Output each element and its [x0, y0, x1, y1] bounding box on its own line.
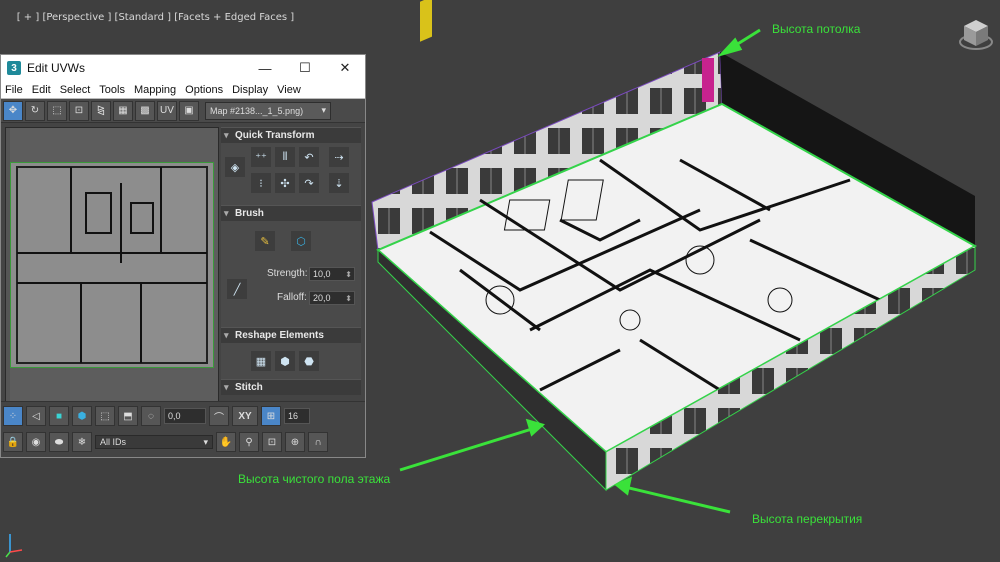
space-horizontal-icon[interactable]: ⇢ [329, 147, 349, 167]
falloff-spinner[interactable]: 20,0 [309, 291, 355, 305]
uv-toggle[interactable]: UV [157, 100, 177, 121]
zoom-extents-icon[interactable]: ⊕ [285, 432, 305, 452]
viewport-shading-standard[interactable]: [Standard ] [115, 12, 171, 23]
brush-falloff-icon[interactable]: ╱ [227, 279, 247, 299]
menu-edit[interactable]: Edit [32, 84, 51, 96]
rollout-quick-transform[interactable]: Quick Transform [221, 127, 361, 143]
checker-icon[interactable]: ▦ [113, 100, 133, 121]
menu-view[interactable]: View [277, 84, 301, 96]
rollout-stitch[interactable]: Stitch [221, 379, 361, 395]
app-icon: 3 [7, 61, 21, 75]
reshape-body: ▦ ⬢ ⬣ [221, 343, 361, 379]
menu-mapping[interactable]: Mapping [134, 84, 176, 96]
chevron-down-icon: ▾ [203, 436, 208, 447]
annotation-floor: Высота чистого пола этажа [238, 472, 391, 486]
uv-plan-svg [16, 166, 208, 364]
viewport-perspective[interactable]: [Perspective ] [42, 12, 111, 23]
element-mode-icon[interactable]: ⬢ [72, 406, 92, 426]
ids-select-value: All IDs [100, 437, 127, 447]
move-tool-icon[interactable]: ✥ [3, 100, 23, 121]
vertex-mode-icon[interactable]: ⁘ [3, 406, 23, 426]
scale-tool-icon[interactable]: ⬚ [47, 100, 67, 121]
zoom-icon[interactable]: ⚲ [239, 432, 259, 452]
uv-editor-canvas[interactable] [5, 127, 219, 403]
edit-uvws-window[interactable]: 3 Edit UVWs — ☐ ✕ File Edit Select Tools… [0, 54, 366, 458]
zoom-region-icon[interactable]: ⊡ [262, 432, 282, 452]
grid-snap-icon[interactable]: ⊞ [261, 406, 281, 426]
uv-scrollbar[interactable] [6, 128, 10, 402]
unfold-icon[interactable]: ⬣ [299, 351, 319, 371]
align-left-icon[interactable]: ⁝ [251, 173, 271, 193]
viewport-display-mode[interactable]: [Facets + Edged Faces ] [174, 12, 294, 23]
menu-display[interactable]: Display [232, 84, 268, 96]
space-vertical-icon[interactable]: ⇣ [329, 173, 349, 193]
falloff-label: Falloff: [277, 292, 307, 303]
main-toolbar: ✥ ↻ ⬚ ⊡ ⧎ ▦ ▩ UV ▣ Map #2138..._1_5.png)… [1, 99, 365, 123]
soft-selection-icon[interactable]: ◌ [141, 406, 161, 426]
tool-rollouts: Quick Transform ◈ ⁺⁺ ⦀ ↶ ⇢ ⁝ ✣ ↷ ⇣ Brush… [221, 127, 361, 403]
maximize-button[interactable]: ☐ [285, 55, 325, 81]
strength-spinner[interactable]: 10,0 [309, 267, 355, 281]
bottom-toolbar: ⁘ ◁ ■ ⬢ ⬚ ⬒ ◌ 0,0 ⌒ XY ⊞ 16 🔒 ◉ ⬬ ❄ All … [1, 401, 365, 457]
rotate-ccw-icon[interactable]: ↶ [299, 147, 319, 167]
accent-yellow [420, 0, 432, 42]
uv-texture-preview[interactable] [10, 162, 214, 368]
axis-tripod-icon [5, 534, 23, 558]
title-bar[interactable]: 3 Edit UVWs — ☐ ✕ [1, 55, 365, 81]
relax-brush-icon[interactable]: ⬡ [291, 231, 311, 251]
magnet-icon[interactable]: ∩ [308, 432, 328, 452]
menu-select[interactable]: Select [60, 84, 91, 96]
grow-selection-icon[interactable]: ⬚ [95, 406, 115, 426]
menu-options[interactable]: Options [185, 84, 223, 96]
strength-label: Strength: [267, 268, 308, 279]
rotate-cw-icon[interactable]: ↷ [299, 173, 319, 193]
viewport-labels: [ + ] [Perspective ] [Standard ] [Facets… [4, 1, 294, 34]
menu-tools[interactable]: Tools [99, 84, 125, 96]
chevron-down-icon: ▾ [321, 105, 326, 115]
shrink-selection-icon[interactable]: ⬒ [118, 406, 138, 426]
align-center-icon[interactable]: ✣ [275, 173, 295, 193]
bottom-row-2: 🔒 ◉ ⬬ ❄ All IDs ▾ ✋ ⚲ ⊡ ⊕ ∩ [3, 430, 328, 454]
hide-icon[interactable]: ⬬ [49, 432, 69, 452]
pivot-icon[interactable]: ◈ [225, 157, 245, 177]
window-title: Edit UVWs [27, 61, 86, 75]
close-button[interactable]: ✕ [325, 55, 365, 81]
minimize-button[interactable]: — [245, 55, 285, 81]
align-horizontal-icon[interactable]: ⁺⁺ [251, 147, 271, 167]
lock-icon[interactable]: 🔒 [3, 432, 23, 452]
curve-icon[interactable]: ⌒ [209, 406, 229, 426]
quick-transform-body: ◈ ⁺⁺ ⦀ ↶ ⇢ ⁝ ✣ ↷ ⇣ [221, 143, 361, 205]
grid-value-field[interactable]: 16 [284, 408, 310, 424]
map-select[interactable]: Map #2138..._1_5.png) ▾ [205, 101, 331, 120]
value-field[interactable]: 0,0 [164, 408, 206, 424]
rollout-reshape-elements[interactable]: Reshape Elements [221, 327, 361, 343]
eye-icon[interactable]: ◉ [26, 432, 46, 452]
straighten-icon[interactable]: ▦ [251, 351, 271, 371]
show-map-icon[interactable]: ▩ [135, 100, 155, 121]
brush-body: ✎ ⬡ ╱ Strength: 10,0 Falloff: 20,0 [221, 221, 361, 327]
menu-bar: File Edit Select Tools Mapping Options D… [1, 81, 365, 99]
rotate-tool-icon[interactable]: ↻ [25, 100, 45, 121]
bottom-row-1: ⁘ ◁ ■ ⬢ ⬚ ⬒ ◌ 0,0 ⌒ XY ⊞ 16 [3, 404, 310, 428]
pan-icon[interactable]: ✋ [216, 432, 236, 452]
polygon-mode-icon[interactable]: ■ [49, 406, 69, 426]
menu-file[interactable]: File [5, 84, 23, 96]
relax-icon[interactable]: ⬢ [275, 351, 295, 371]
edge-mode-icon[interactable]: ◁ [26, 406, 46, 426]
mirror-tool-icon[interactable]: ⧎ [91, 100, 111, 121]
viewcube-icon[interactable] [958, 16, 994, 52]
texture-icon[interactable]: ▣ [179, 100, 199, 121]
align-vertical-icon[interactable]: ⦀ [275, 147, 295, 167]
xy-toggle[interactable]: XY [232, 406, 258, 426]
ids-select[interactable]: All IDs ▾ [95, 435, 213, 449]
annotation-ceiling: Высота потолка [772, 22, 861, 36]
viewport-menu-plus[interactable]: [ + ] [17, 12, 40, 23]
annotation-slab: Высота перекрытия [752, 512, 863, 526]
map-select-value: Map #2138..._1_5.png) [210, 105, 304, 116]
freeze-icon[interactable]: ❄ [72, 432, 92, 452]
accent-magenta [702, 58, 714, 102]
paint-move-icon[interactable]: ✎ [255, 231, 275, 251]
freeform-tool-icon[interactable]: ⊡ [69, 100, 89, 121]
rollout-brush[interactable]: Brush [221, 205, 361, 221]
